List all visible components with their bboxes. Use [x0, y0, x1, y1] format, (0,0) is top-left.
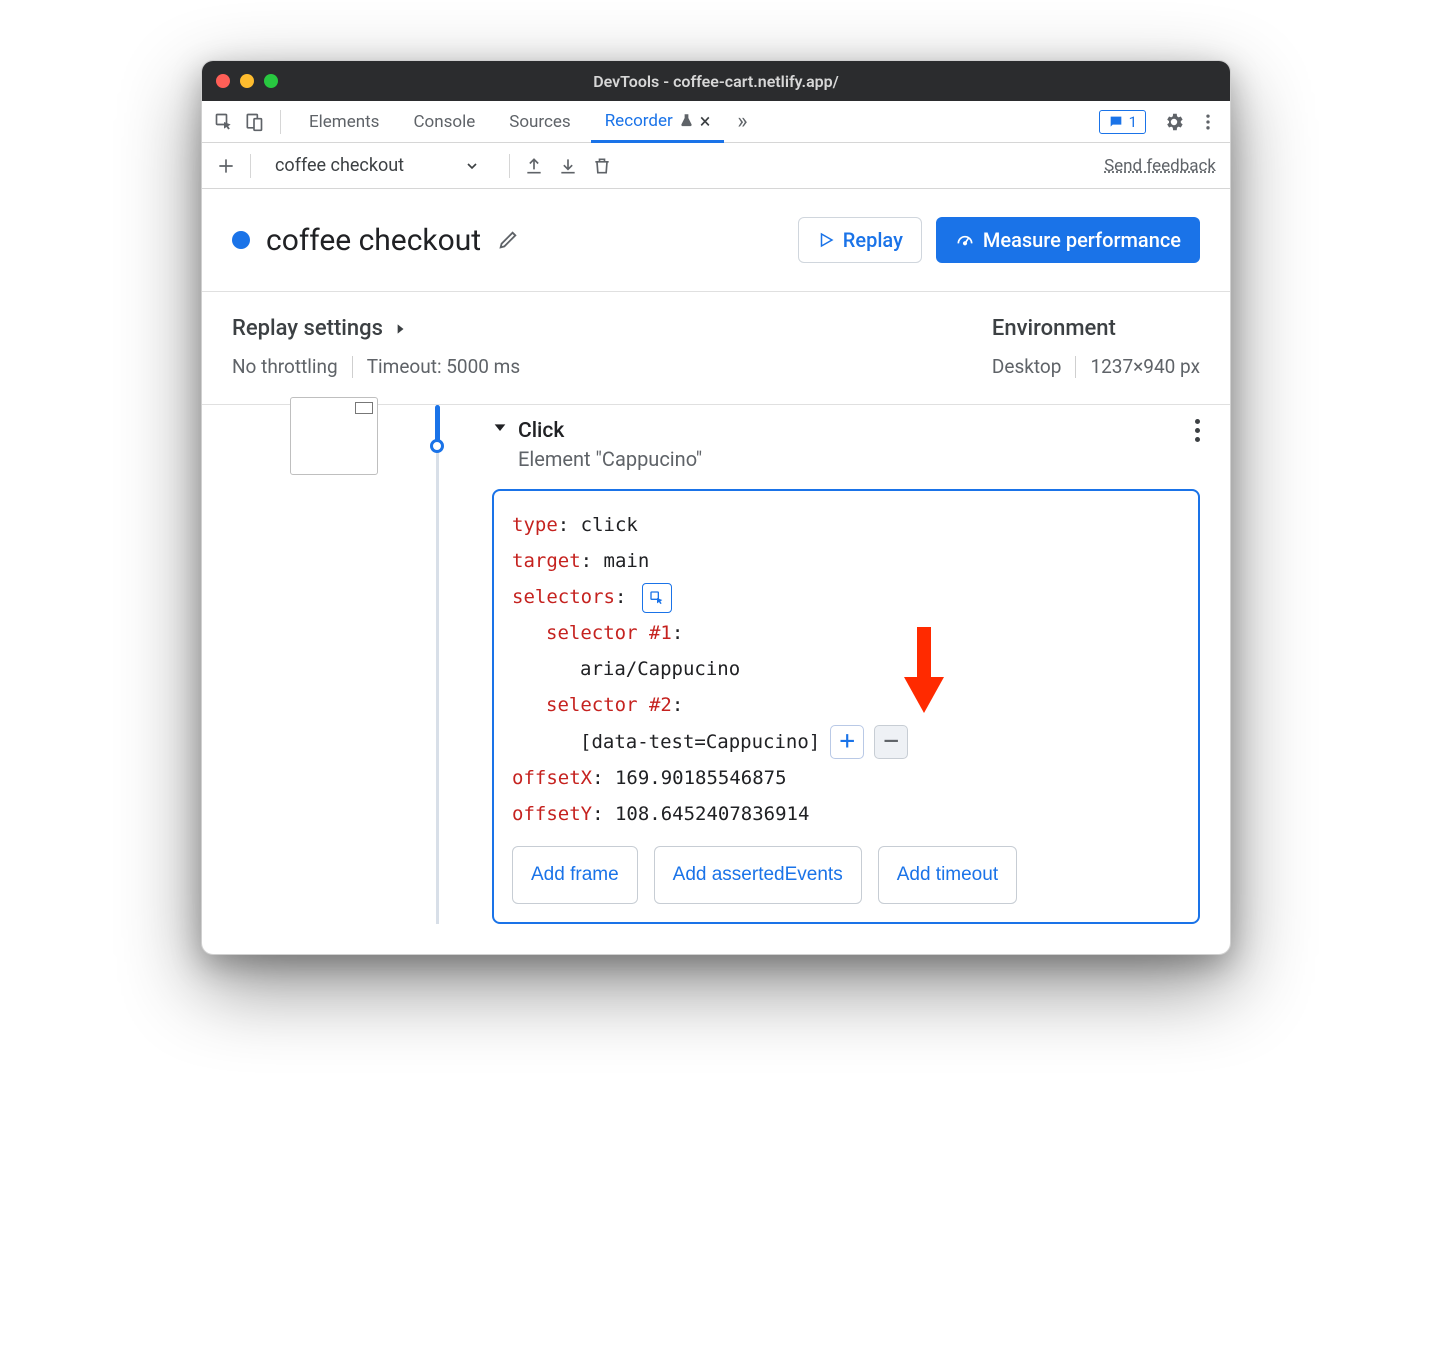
chevron-right-icon [393, 322, 407, 336]
chat-icon [1108, 114, 1124, 130]
maximize-window-button[interactable] [264, 74, 278, 88]
add-asserted-events-button[interactable]: Add assertedEvents [654, 846, 862, 904]
close-tab-icon[interactable]: × [700, 109, 711, 133]
add-selector-button[interactable]: + [830, 725, 864, 759]
status-dot [232, 231, 250, 249]
flask-icon [679, 113, 694, 128]
add-timeout-button[interactable]: Add timeout [878, 846, 1017, 904]
offsety-value[interactable]: 108.6452407836914 [615, 803, 809, 825]
selector-1-value[interactable]: aria/Cappucino [580, 658, 740, 680]
more-tabs-icon[interactable]: » [730, 110, 754, 134]
window-controls [216, 74, 278, 88]
divider [250, 154, 251, 178]
edit-title-icon[interactable] [497, 229, 519, 251]
step-header[interactable]: Click Element "Cappucino" [492, 419, 1200, 471]
tab-console[interactable]: Console [399, 101, 489, 142]
replay-button[interactable]: Replay [798, 217, 922, 263]
annotation-arrow [902, 627, 946, 717]
timeline-dot [430, 439, 444, 453]
export-icon[interactable] [524, 155, 544, 177]
timeline: Click Element "Cappucino" type: click ta… [202, 405, 1230, 954]
device-value: Desktop [992, 355, 1062, 378]
measure-performance-button[interactable]: Measure performance [936, 217, 1200, 263]
step-menu-icon[interactable] [1195, 419, 1200, 442]
selector-2-value[interactable]: [data-test=Cappucino] [580, 724, 820, 760]
replay-settings[interactable]: Replay settings No throttling Timeout: 5… [232, 316, 520, 378]
panel-tabbar: Elements Console Sources Recorder × » 1 [202, 101, 1230, 143]
environment-settings: Environment Desktop 1237×940 px [992, 316, 1200, 378]
step-editor-panel: type: click target: main selectors: sele… [492, 489, 1200, 924]
import-icon[interactable] [558, 155, 578, 177]
gauge-icon [955, 230, 975, 250]
step-action: Click [518, 419, 702, 443]
divider [509, 154, 510, 178]
more-menu-icon[interactable] [1196, 110, 1220, 134]
chevron-down-icon [464, 158, 480, 174]
collapse-icon[interactable] [492, 419, 508, 435]
device-toggle-icon[interactable] [242, 110, 266, 134]
devtools-window: DevTools - coffee-cart.netlify.app/ Elem… [201, 60, 1231, 955]
remove-selector-button[interactable]: − [874, 725, 908, 759]
tab-recorder[interactable]: Recorder × [591, 102, 725, 143]
divider [280, 110, 281, 134]
recording-title: coffee checkout [266, 223, 481, 258]
throttling-value: No throttling [232, 355, 338, 378]
new-recording-icon[interactable] [216, 156, 236, 176]
add-frame-button[interactable]: Add frame [512, 846, 638, 904]
offsetx-value[interactable]: 169.90185546875 [615, 767, 787, 789]
delete-icon[interactable] [592, 155, 612, 177]
timeline-rail [412, 405, 492, 924]
tab-sources[interactable]: Sources [495, 101, 584, 142]
close-window-button[interactable] [216, 74, 230, 88]
step-type-value[interactable]: click [581, 514, 638, 536]
window-title: DevTools - coffee-cart.netlify.app/ [216, 72, 1216, 91]
send-feedback-link[interactable]: Send feedback [1104, 156, 1216, 176]
recording-header: coffee checkout Replay Measure performan… [202, 189, 1230, 292]
timeout-value: Timeout: 5000 ms [367, 355, 520, 378]
titlebar: DevTools - coffee-cart.netlify.app/ [202, 61, 1230, 101]
feedback-badge[interactable]: 1 [1099, 110, 1146, 134]
recording-select[interactable]: coffee checkout [265, 151, 495, 180]
step-target-value[interactable]: main [604, 550, 650, 572]
minimize-window-button[interactable] [240, 74, 254, 88]
settings-row: Replay settings No throttling Timeout: 5… [202, 292, 1230, 405]
inspect-icon[interactable] [212, 110, 236, 134]
tab-elements[interactable]: Elements [295, 101, 393, 142]
dimensions-value: 1237×940 px [1090, 355, 1200, 378]
settings-icon[interactable] [1162, 110, 1186, 134]
element-picker-button[interactable] [642, 583, 672, 613]
play-icon [817, 231, 835, 249]
step-subtitle: Element "Cappucino" [518, 447, 702, 471]
recorder-toolbar: coffee checkout Send feedback [202, 143, 1230, 189]
step-thumbnail [290, 397, 378, 475]
